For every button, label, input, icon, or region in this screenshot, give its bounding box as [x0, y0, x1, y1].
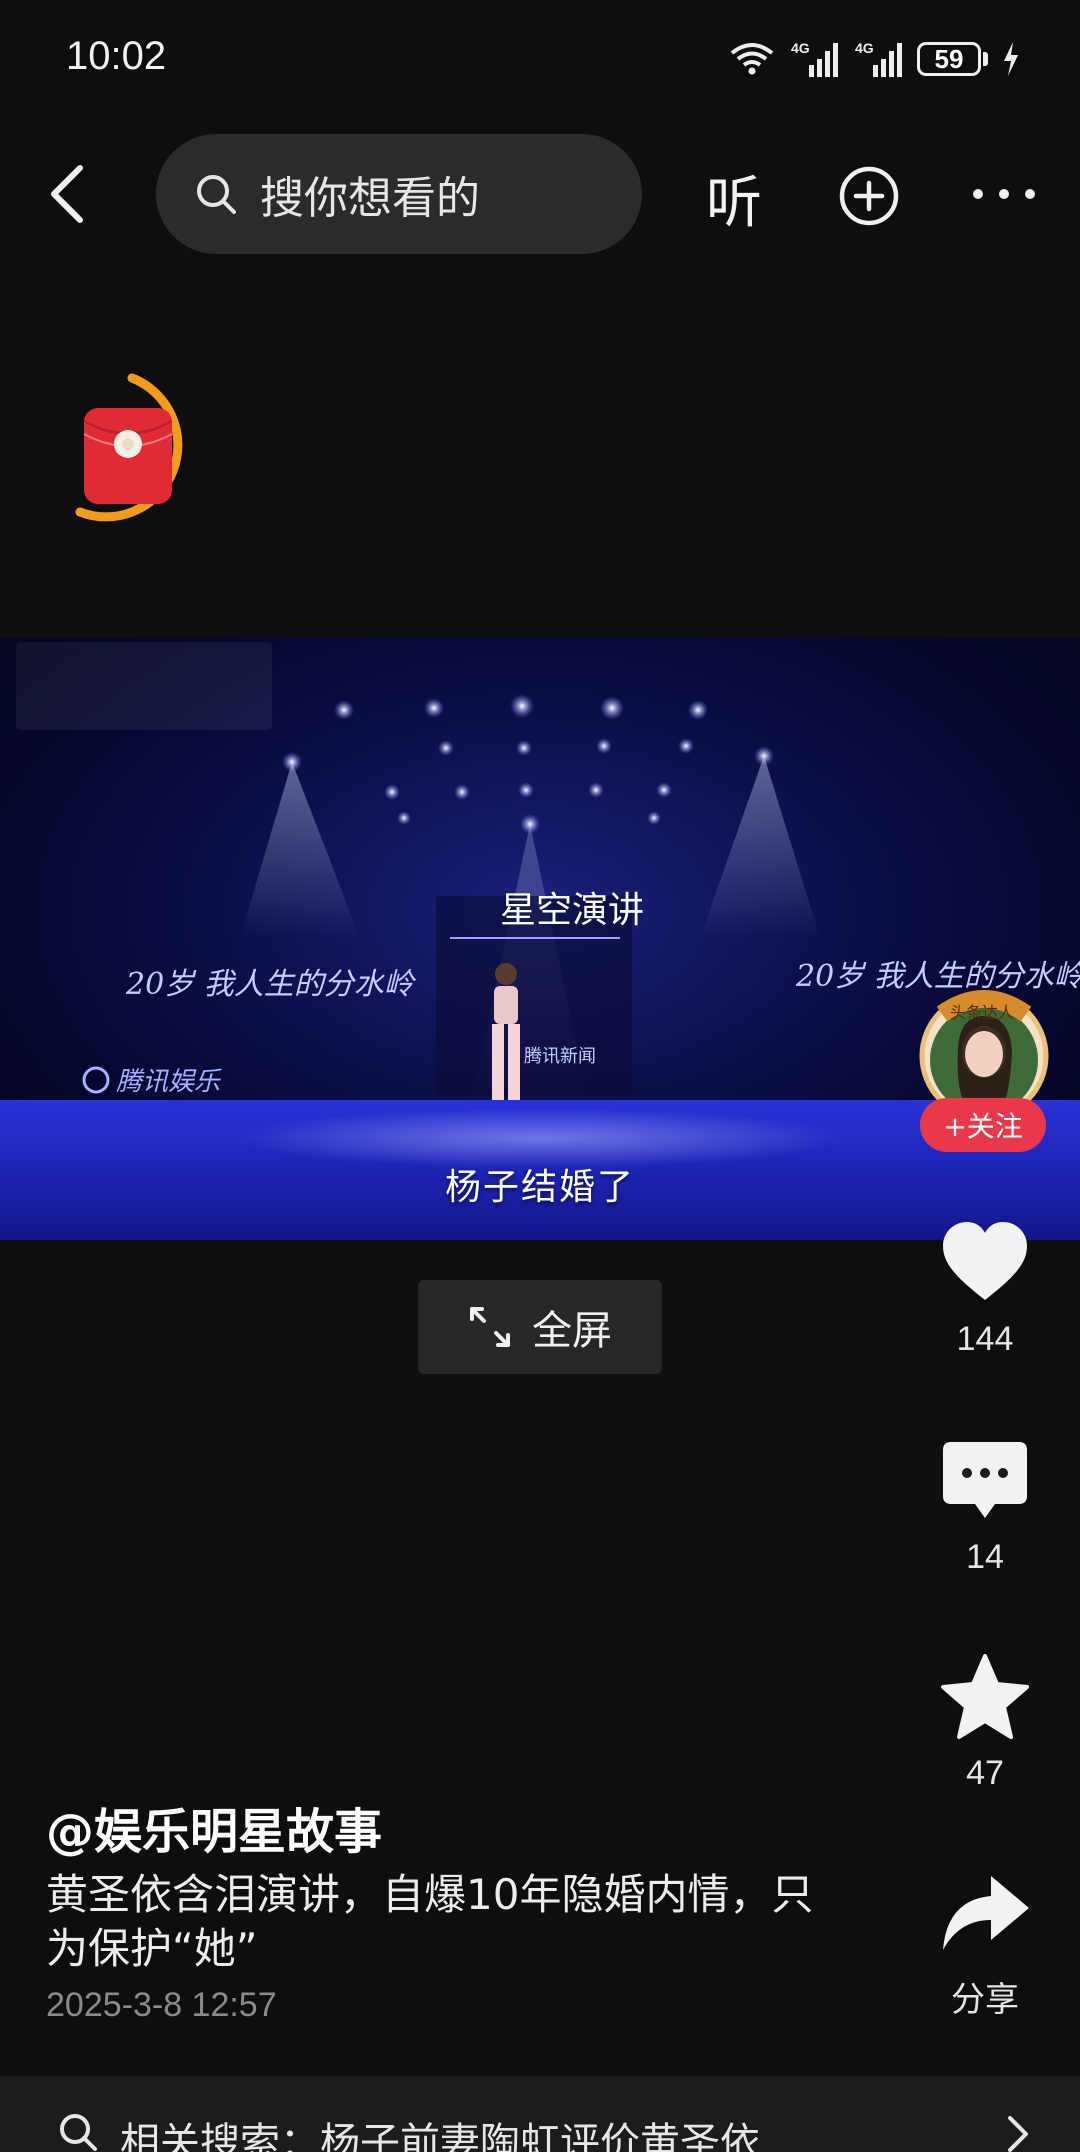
star-icon	[941, 1654, 1029, 1739]
post-timestamp: 2025-3-8 12:57	[46, 1986, 277, 2024]
status-time: 10:02	[66, 34, 167, 78]
svg-text:腾讯娱乐: 腾讯娱乐	[116, 1067, 222, 1097]
listen-button[interactable]: 听	[706, 158, 762, 239]
comment-button[interactable]: 14	[930, 1434, 1040, 1577]
comment-icon	[943, 1442, 1027, 1518]
battery-indicator: 59	[917, 42, 988, 76]
signal-icon: 4G	[791, 40, 838, 77]
share-label: 分享	[951, 1981, 1019, 2019]
search-bar[interactable]: 搜你想看的	[156, 134, 642, 254]
follow-button[interactable]: +关注	[920, 1098, 1046, 1152]
svg-text:腾讯新闻: 腾讯新闻	[524, 1046, 596, 1067]
chevron-right-icon	[1008, 2116, 1028, 2152]
fullscreen-label: 全屏	[532, 1308, 612, 1354]
heart-icon	[943, 1222, 1027, 1300]
svg-text:星空演讲: 星空演讲	[500, 890, 644, 931]
like-count: 144	[956, 1320, 1014, 1358]
svg-text:4G: 4G	[791, 40, 810, 56]
expand-icon	[470, 1307, 510, 1347]
share-button[interactable]: 分享	[930, 1868, 1040, 2021]
status-bar: 10:02 4G 4G 59	[0, 0, 1080, 120]
svg-text:4G: 4G	[855, 40, 874, 56]
search-icon	[197, 175, 236, 214]
svg-text:头条达人: 头条达人	[950, 1003, 1014, 1022]
red-packet-icon[interactable]	[70, 372, 210, 532]
video-subtitle: 杨子结婚了	[444, 1167, 635, 1208]
favorite-count: 47	[966, 1754, 1004, 1792]
wifi-icon	[730, 43, 774, 75]
more-options-button[interactable]	[968, 180, 1040, 208]
share-icon	[943, 1876, 1029, 1950]
stage-lights	[282, 694, 774, 834]
like-button[interactable]: 144	[930, 1216, 1040, 1359]
video-player[interactable]: 星空演讲 20岁 我人生的分水岭 20岁 我人生的分水岭 腾讯娱乐 腾讯新闻 杨…	[0, 638, 1080, 1240]
svg-text:20岁 我人生的分水岭: 20岁 我人生的分水岭	[125, 967, 417, 1002]
charging-icon	[1004, 42, 1018, 76]
video-detail-screen: 10:02 4G 4G 59 搜你想看的 听 星空演讲 20岁 我人生的分水岭 …	[0, 0, 1080, 2152]
search-icon	[60, 2114, 97, 2151]
back-button[interactable]	[40, 158, 100, 230]
comment-count: 14	[966, 1538, 1004, 1576]
favorite-button[interactable]: 47	[930, 1650, 1040, 1793]
fullscreen-button[interactable]: 全屏	[418, 1280, 662, 1374]
author-name[interactable]: @娱乐明星故事	[46, 1792, 382, 1862]
search-placeholder: 搜你想看的	[260, 173, 480, 224]
battery-level: 59	[917, 42, 981, 76]
status-icons: 4G 4G 59	[729, 36, 1020, 82]
add-button[interactable]	[838, 165, 900, 227]
signal-icon-2: 4G	[855, 40, 902, 77]
related-search-bar[interactable]: 相关搜索：杨子前妻陶虹评价黄圣依	[0, 2076, 1080, 2152]
video-title: 黄圣依含泪演讲，自爆10年隐婚内情，只为保护“她”	[46, 1870, 814, 1973]
related-search-text: 相关搜索：杨子前妻陶虹评价黄圣依	[120, 2120, 760, 2152]
